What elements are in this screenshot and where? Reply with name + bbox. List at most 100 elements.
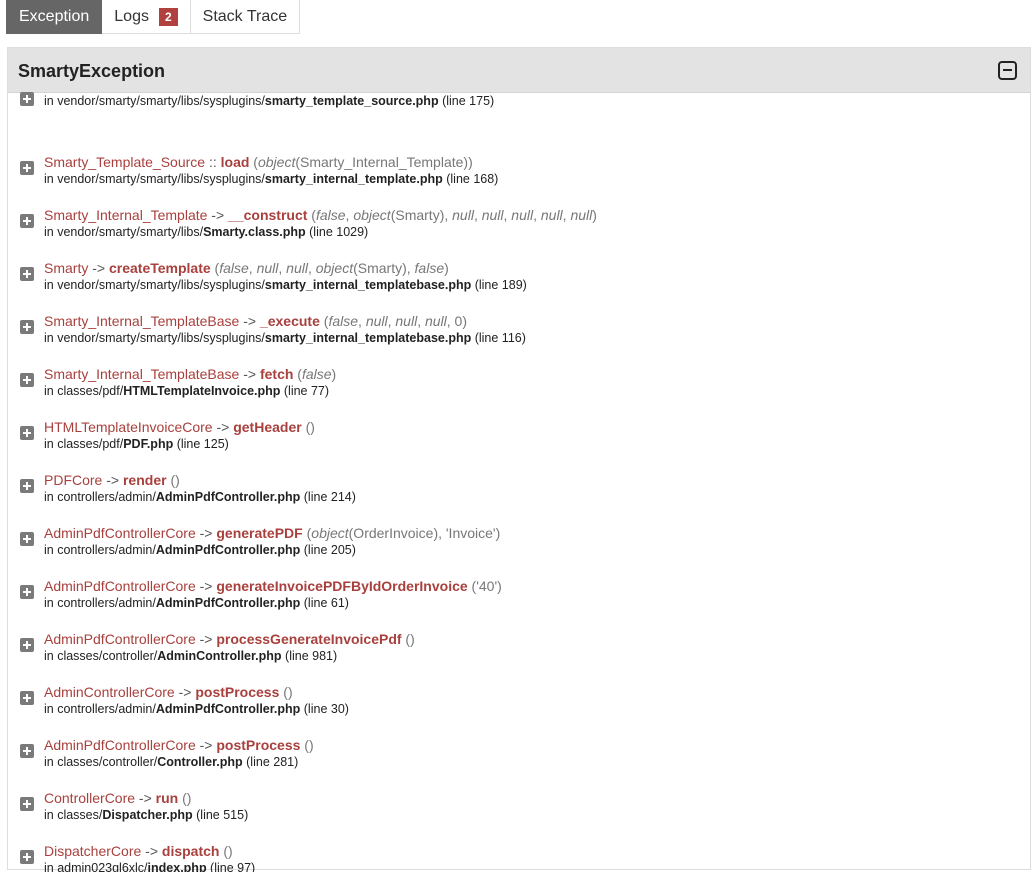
frame-location: in classes/pdf/HTMLTemplateInvoice.php (… (44, 383, 329, 399)
frame-class: Smarty (44, 260, 89, 276)
frame-args: ('40') (467, 578, 502, 594)
tab-exception-label: Exception (19, 7, 90, 25)
frame-operator: -> (239, 366, 260, 382)
frame-operator: -> (195, 578, 217, 594)
frame-location: in classes/Dispatcher.php (line 515) (44, 807, 248, 823)
frame-call: AdminPdfControllerCore -> processGenerat… (44, 630, 415, 648)
frame-dir: in classes/pdf/ (44, 437, 124, 451)
frame-args: () (178, 790, 192, 806)
frame-function: generatePDF (216, 525, 303, 541)
frame-line: (line 61) (300, 596, 349, 610)
expand-icon[interactable] (20, 267, 34, 281)
frame-function: dispatch (161, 843, 220, 859)
frame-class: PDFCore (44, 472, 103, 488)
frame-args: () (401, 631, 415, 647)
frame-call: AdminPdfControllerCore -> postProcess () (44, 736, 314, 754)
frame-call: AdminPdfControllerCore -> generatePDF (o… (44, 524, 500, 542)
expand-icon[interactable] (20, 638, 34, 652)
frame-function: postProcess (195, 684, 280, 700)
frame-operator: -> (195, 525, 217, 541)
frame-function: processGenerateInvoicePdf (216, 631, 402, 647)
frame-file: smarty_internal_templatebase.php (264, 331, 472, 345)
frame-file: PDF.php (123, 437, 174, 451)
expand-icon[interactable] (20, 850, 34, 864)
tab-logs[interactable]: Logs 2 (102, 0, 191, 34)
frame-dir: in controllers/admin/ (44, 490, 156, 504)
frame-file: AdminPdfController.php (155, 596, 301, 610)
frame-args: (false) (293, 366, 337, 382)
expand-icon[interactable] (20, 585, 34, 599)
frame-class: Smarty_Internal_Template (44, 207, 208, 223)
frame-line: (line 116) (471, 331, 526, 345)
frame-line: (line 30) (300, 702, 349, 716)
expand-icon[interactable] (20, 797, 34, 811)
frame-dir: in controllers/admin/ (44, 596, 156, 610)
frame-dir: in vendor/smarty/smarty/libs/sysplugins/ (44, 331, 265, 345)
frame-line: (line 125) (173, 437, 229, 451)
frame-function: getHeader (233, 419, 302, 435)
frame-file: Dispatcher.php (102, 808, 193, 822)
frame-operator: -> (195, 737, 217, 753)
frame-location: in vendor/smarty/smarty/libs/sysplugins/… (44, 330, 526, 346)
frame-dir: in controllers/admin/ (44, 702, 156, 716)
expand-icon[interactable] (20, 479, 34, 493)
frame-call: HTMLTemplateInvoiceCore -> getHeader () (44, 418, 315, 436)
frame-dir: in classes/pdf/ (44, 384, 124, 398)
expand-icon[interactable] (20, 161, 34, 175)
frame-args: () (300, 737, 314, 753)
frame-line: (line 189) (471, 278, 527, 292)
frame-call: Smarty_Internal_TemplateBase -> fetch (f… (44, 365, 336, 383)
tab-exception[interactable]: Exception (6, 0, 103, 34)
expand-icon[interactable] (20, 214, 34, 228)
frame-location: in admin023gl6xlc/index.php (line 97) (44, 860, 255, 872)
frame-location: in vendor/smarty/smarty/libs/sysplugins/… (44, 171, 498, 187)
frame-file: smarty_internal_templatebase.php (264, 278, 472, 292)
frame-call: AdminControllerCore -> postProcess () (44, 683, 293, 701)
frame-line: (line 77) (280, 384, 330, 398)
frame-file: Controller.php (157, 755, 243, 769)
frame-line: (line 981) (281, 649, 338, 663)
frame-call: Smarty_Internal_TemplateBase -> _execute… (44, 312, 467, 330)
tab-bar: Exception Logs 2 Stack Trace (6, 0, 301, 34)
expand-icon[interactable] (20, 691, 34, 705)
expand-icon[interactable] (20, 373, 34, 387)
frame-class: AdminPdfControllerCore (44, 525, 196, 541)
frame-args: (object(OrderInvoice), 'Invoice') (302, 525, 501, 541)
frame-operator: -> (88, 260, 109, 276)
frame-operator: -> (102, 472, 123, 488)
frame-location: in classes/pdf/PDF.php (line 125) (44, 436, 229, 452)
frame-line: (line 214) (300, 490, 356, 504)
frame-file: AdminPdfController.php (155, 490, 301, 504)
frame-location: in vendor/smarty/smarty/libs/sysplugins/… (44, 93, 494, 109)
exception-panel: SmartyException in vendor/smarty/smarty/… (7, 47, 1031, 872)
frame-class: DispatcherCore (44, 843, 142, 859)
frame-dir: in vendor/smarty/smarty/libs/ (44, 225, 204, 239)
frame-args: () (279, 684, 293, 700)
frame-dir: in vendor/smarty/smarty/libs/sysplugins/ (44, 278, 265, 292)
expand-icon[interactable] (20, 744, 34, 758)
tab-stack-trace[interactable]: Stack Trace (190, 0, 301, 34)
logs-count-badge: 2 (158, 7, 178, 26)
frame-line: (line 515) (192, 808, 249, 822)
frame-file: AdminController.php (157, 649, 282, 663)
frame-class: HTMLTemplateInvoiceCore (44, 419, 213, 435)
frame-args: (false, null, null, object(Smarty), fals… (210, 260, 449, 276)
frame-operator: -> (141, 843, 162, 859)
frame-location: in controllers/admin/AdminPdfController.… (44, 701, 349, 717)
frame-function: createTemplate (108, 260, 211, 276)
frame-class: Smarty_Internal_TemplateBase (44, 366, 240, 382)
expand-icon[interactable] (20, 320, 34, 334)
frame-function: render (122, 472, 167, 488)
frame-call: Smarty -> createTemplate (false, null, n… (44, 259, 449, 277)
collapse-icon[interactable] (998, 61, 1017, 80)
frame-file: smarty_internal_template.php (264, 172, 443, 186)
frame-operator: -> (135, 790, 156, 806)
frame-function: _execute (259, 313, 320, 329)
expand-icon[interactable] (20, 532, 34, 546)
tab-stack-trace-label: Stack Trace (202, 7, 288, 25)
expand-icon[interactable] (20, 92, 34, 106)
frame-class: AdminPdfControllerCore (44, 631, 196, 647)
expand-icon[interactable] (20, 426, 34, 440)
frame-file: HTMLTemplateInvoice.php (123, 384, 281, 398)
frame-args: (object(Smarty_Internal_Template)) (249, 154, 473, 170)
